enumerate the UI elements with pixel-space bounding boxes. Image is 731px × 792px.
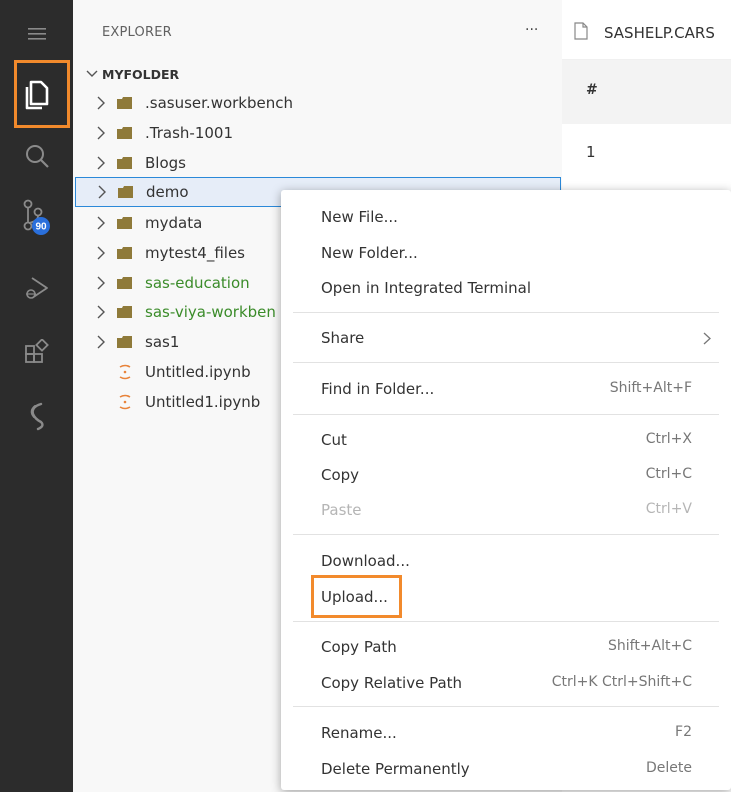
folder-item[interactable]: .Trash-1001 [73,118,562,148]
folder-label: Blogs [145,154,186,172]
chevron-right-icon [97,126,105,140]
menu-item-rename[interactable]: Rename... F2 [281,716,731,750]
run-debug-icon[interactable] [0,260,73,316]
more-actions-icon[interactable]: ··· [525,22,538,38]
menu-item-find-in-folder[interactable]: Find in Folder... Shift+Alt+F [281,372,731,406]
explorer-highlight [14,60,70,128]
menu-item-label: Copy [321,466,360,484]
menu-item-copy-relative-path[interactable]: Copy Relative Path Ctrl+K Ctrl+Shift+C [281,666,731,700]
extensions-icon[interactable] [0,324,73,380]
menu-item-shortcut: Ctrl+V [645,501,692,517]
menu-item-label: Download... [321,552,410,570]
menu-item-cut[interactable]: Cut Ctrl+X [281,423,731,457]
folder-icon [117,306,132,318]
folder-item[interactable]: Blogs [73,148,562,178]
menu-separator [293,312,719,313]
explorer-title: EXPLORER [102,25,172,40]
notebook-icon [119,364,131,380]
source-control-badge: 90 [35,222,47,233]
search-icon[interactable] [0,128,73,184]
menu-item-label: Copy Path [321,638,397,656]
folder-item[interactable]: .sasuser.workbench [73,88,562,118]
chevron-right-icon [97,216,105,230]
menu-item-label: Delete Permanently [321,760,470,778]
menu-item-label: New File... [321,208,398,226]
menu-item-shortcut: Ctrl+C [645,466,692,482]
file-label: Untitled.ipynb [145,363,251,381]
menu-item-shortcut: Delete [646,760,692,776]
menu-separator [293,414,719,415]
grid-cell: 1 [586,143,596,161]
menu-item-paste: Paste Ctrl+V [281,493,731,527]
folder-label: mytest4_files [145,244,245,262]
chevron-right-icon [97,156,105,170]
menu-item-copy[interactable]: Copy Ctrl+C [281,458,731,492]
menu-separator [293,706,719,707]
menu-item-label: Rename... [321,724,397,742]
menu-item-new-file[interactable]: New File... [281,200,731,234]
menu-separator [293,534,719,535]
menu-item-copy-path[interactable]: Copy Path Shift+Alt+C [281,630,731,664]
folder-icon [117,127,132,139]
folder-label: sas-education [145,274,250,292]
folder-icon [118,186,133,198]
chevron-right-icon [97,335,105,349]
menu-icon[interactable] [0,6,73,62]
folder-icon [117,247,132,259]
folder-label: .Trash-1001 [145,124,233,142]
menu-item-shortcut: Ctrl+X [645,431,692,447]
grid-header-cell: # [586,82,598,98]
chevron-right-icon [97,276,105,290]
activity-bar: 90 [0,0,73,792]
chevron-right-icon [97,305,105,319]
chevron-right-icon [97,96,105,110]
menu-separator [293,362,719,363]
menu-item-shortcut: Shift+Alt+C [607,638,692,654]
editor-tab[interactable]: SASHELP.CARS [562,0,731,60]
chevron-right-icon [97,246,105,260]
folder-label: sas-viya-workben [145,303,276,321]
root-folder-label: MYFOLDER [102,66,180,82]
menu-item-share[interactable]: Share [281,321,731,355]
file-label: Untitled1.ipynb [145,393,261,411]
menu-item-shortcut: Shift+Alt+F [609,380,692,396]
menu-item-download[interactable]: Download... [281,544,731,578]
folder-label: mydata [145,214,203,232]
grid-header: # [562,60,731,124]
menu-item-new-folder[interactable]: New Folder... [281,236,731,270]
sas-icon[interactable] [0,388,73,444]
menu-item-label: Open in Integrated Terminal [321,279,531,297]
chevron-down-icon [84,70,100,78]
tab-title: SASHELP.CARS [604,24,715,42]
menu-item-label: Copy Relative Path [321,674,463,692]
menu-item-delete-permanently[interactable]: Delete Permanently Delete [281,752,731,786]
file-icon [574,22,588,40]
folder-label: sas1 [145,333,180,351]
folder-label: demo [146,183,189,201]
menu-item-shortcut: Ctrl+K Ctrl+Shift+C [551,674,692,690]
source-control-icon[interactable]: 90 [0,188,73,244]
context-menu: New File... New Folder... Open in Integr… [281,190,731,790]
menu-item-shortcut: F2 [675,724,692,740]
root-folder[interactable]: MYFOLDER [84,64,179,84]
menu-item-label: Cut [321,431,347,449]
explorer-header: EXPLORER ··· [73,0,562,64]
folder-icon [117,157,132,169]
menu-item-open-terminal[interactable]: Open in Integrated Terminal [281,271,731,305]
menu-separator [293,621,719,622]
chevron-right-icon [703,332,711,345]
folder-icon [117,217,132,229]
chevron-right-icon [98,185,106,199]
menu-item-label: New Folder... [321,244,418,262]
folder-label: .sasuser.workbench [145,94,294,112]
menu-item-label: Share [321,329,365,347]
folder-icon [117,277,132,289]
upload-highlight [311,575,402,618]
folder-icon [117,336,132,348]
notebook-icon [119,394,131,410]
folder-icon [117,97,132,109]
menu-item-label: Paste [321,501,362,519]
menu-item-label: Find in Folder... [321,380,435,398]
